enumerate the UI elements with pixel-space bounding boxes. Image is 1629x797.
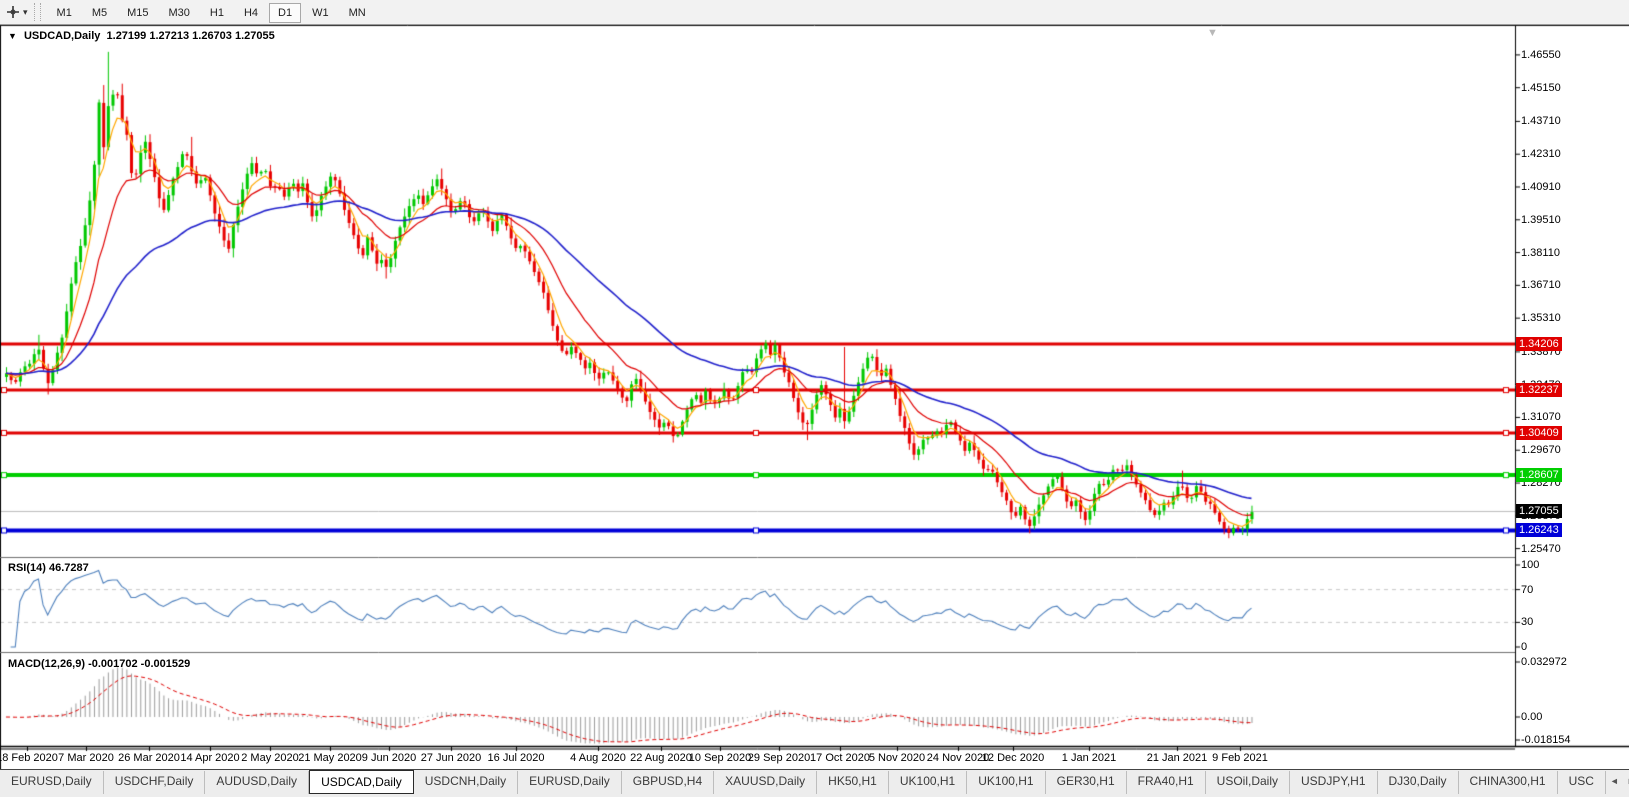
tab-gbpusd-h4[interactable]: GBPUSD,H4 (622, 771, 714, 794)
date-axis-label: 17 Oct 2020 (810, 752, 870, 764)
level-price-label: 1.34206 (1516, 337, 1562, 351)
tab-usc[interactable]: USC (1558, 771, 1606, 794)
price-axis-tick: 1.42310 (1521, 148, 1561, 160)
timeframe-toolbar: ▾ M1M5M15M30H1H4D1W1MN (0, 0, 1629, 25)
date-axis-label: 9 Jun 2020 (362, 752, 416, 764)
mt4-window: ▾ M1M5M15M30H1H4D1W1MN ▼ USDCAD,Daily 1.… (0, 0, 1629, 797)
rsi-axis-tick: 30 (1521, 616, 1533, 628)
timeframe-button-w1[interactable]: W1 (303, 3, 338, 23)
date-axis-label: 9 Feb 2021 (1212, 752, 1268, 764)
tab-audusd-daily[interactable]: AUDUSD,Daily (205, 771, 309, 794)
date-axis-label: 18 Feb 2020 (0, 752, 58, 764)
date-axis-label: 4 Aug 2020 (570, 752, 626, 764)
price-axis-tick: 1.43710 (1521, 115, 1561, 127)
tab-eurusd-daily[interactable]: EURUSD,Daily (518, 771, 622, 794)
price-axis-tick: 1.39510 (1521, 214, 1561, 226)
macd-axis-tick: -0.018154 (1521, 734, 1571, 746)
date-axis-label: 24 Nov 2020 (927, 752, 989, 764)
tab-hk50-h1[interactable]: HK50,H1 (817, 771, 889, 794)
tab-dj30-daily[interactable]: DJ30,Daily (1378, 771, 1459, 794)
macd-indicator-label: MACD(12,26,9) -0.001702 -0.001529 (8, 658, 190, 670)
price-axis-tick: 1.29670 (1521, 444, 1561, 456)
tab-xauusd-daily[interactable]: XAUUSD,Daily (714, 771, 817, 794)
level-price-label: 1.26243 (1516, 523, 1562, 537)
symbol-collapse-icon[interactable]: ▼ (8, 31, 17, 41)
price-axis-tick: 1.25470 (1521, 543, 1561, 555)
timeframe-button-m30[interactable]: M30 (160, 3, 199, 23)
date-axis-label: 21 Jan 2021 (1147, 752, 1208, 764)
date-axis-label: 5 Nov 2020 (869, 752, 925, 764)
date-axis-label: 22 Aug 2020 (630, 752, 692, 764)
level-price-label: 1.28607 (1516, 468, 1562, 482)
current-price-label: 1.27055 (1516, 504, 1562, 518)
tab-fra40-h1[interactable]: FRA40,H1 (1127, 771, 1206, 794)
timeframe-button-m15[interactable]: M15 (118, 3, 157, 23)
date-axis-label: 7 Mar 2020 (58, 752, 114, 764)
date-axis-label: 21 May 2020 (298, 752, 362, 764)
chart-symbol-label: USDCAD,Daily (24, 30, 100, 42)
tab-scroll-right-icon[interactable]: ► (1623, 774, 1629, 788)
timeframe-button-d1[interactable]: D1 (269, 3, 301, 23)
price-axis-tick: 1.35310 (1521, 312, 1561, 324)
price-axis-tick: 1.36710 (1521, 279, 1561, 291)
tab-china300-h1[interactable]: CHINA300,H1 (1459, 771, 1558, 794)
date-axis-label: 26 Mar 2020 (118, 752, 180, 764)
chart-quote-line: 1.27199 1.27213 1.26703 1.27055 (107, 30, 275, 42)
timeframe-buttons: M1M5M15M30H1H4D1W1MN (47, 3, 376, 21)
price-axis-tick: 1.38110 (1521, 247, 1560, 259)
timeframe-button-h1[interactable]: H1 (201, 3, 233, 23)
tab-uk100-h1[interactable]: UK100,H1 (967, 771, 1045, 794)
tab-usoil-daily[interactable]: USOil,Daily (1206, 771, 1290, 794)
macd-axis-tick: 0.032972 (1521, 656, 1567, 668)
rsi-axis-tick: 70 (1521, 584, 1533, 596)
chart-canvas[interactable] (0, 0, 1629, 797)
timeframe-button-mn[interactable]: MN (340, 3, 375, 23)
tab-usdcnh-daily[interactable]: USDCNH,Daily (414, 771, 518, 794)
price-axis-tick: 1.31070 (1521, 411, 1561, 423)
tab-uk100-h1[interactable]: UK100,H1 (889, 771, 967, 794)
tab-usdjpy-h1[interactable]: USDJPY,H1 (1290, 771, 1377, 794)
chart-title: ▼ USDCAD,Daily 1.27199 1.27213 1.26703 1… (8, 30, 275, 42)
date-axis-label: 14 Apr 2020 (180, 752, 239, 764)
tab-ger30-h1[interactable]: GER30,H1 (1046, 771, 1127, 794)
date-axis-label: 10 Sep 2020 (689, 752, 751, 764)
timeframe-button-h4[interactable]: H4 (235, 3, 267, 23)
macd-axis-tick: 0.00 (1521, 711, 1542, 723)
rsi-axis-tick: 0 (1521, 641, 1527, 653)
symbol-tabbar: EURUSD,DailyUSDCHF,DailyAUDUSD,DailyUSDC… (0, 769, 1629, 797)
date-axis-label: 12 Dec 2020 (982, 752, 1044, 764)
price-axis-tick: 1.46550 (1521, 49, 1561, 61)
crosshair-tool-icon[interactable] (4, 3, 22, 21)
date-axis-label: 1 Jan 2021 (1062, 752, 1116, 764)
toolbar-grip (34, 3, 41, 21)
symbol-tabs: EURUSD,DailyUSDCHF,DailyAUDUSD,DailyUSDC… (0, 770, 1606, 794)
rsi-axis-tick: 100 (1521, 559, 1539, 571)
tab-usdcad-daily[interactable]: USDCAD,Daily (309, 770, 414, 794)
level-price-label: 1.30409 (1516, 426, 1562, 440)
level-price-label: 1.32237 (1516, 383, 1562, 397)
tab-scroll-left-icon[interactable]: ◄ (1606, 774, 1623, 788)
tab-usdchf-daily[interactable]: USDCHF,Daily (104, 771, 206, 794)
date-axis-label: 2 May 2020 (241, 752, 298, 764)
date-axis-label: 16 Jul 2020 (488, 752, 545, 764)
tab-scroll-arrows: ◄ ► (1606, 770, 1629, 792)
timeframe-button-m5[interactable]: M5 (83, 3, 116, 23)
tab-eurusd-daily[interactable]: EURUSD,Daily (0, 771, 104, 794)
rsi-indicator-label: RSI(14) 46.7287 (8, 562, 89, 574)
chart-shift-marker-icon[interactable]: ▼ (1207, 27, 1218, 39)
price-axis-tick: 1.45150 (1521, 82, 1561, 94)
tool-dropdown-caret[interactable]: ▾ (23, 7, 28, 18)
date-axis-label: 27 Jun 2020 (421, 752, 482, 764)
timeframe-button-m1[interactable]: M1 (48, 3, 81, 23)
date-axis-label: 29 Sep 2020 (748, 752, 810, 764)
price-axis-tick: 1.40910 (1521, 181, 1561, 193)
